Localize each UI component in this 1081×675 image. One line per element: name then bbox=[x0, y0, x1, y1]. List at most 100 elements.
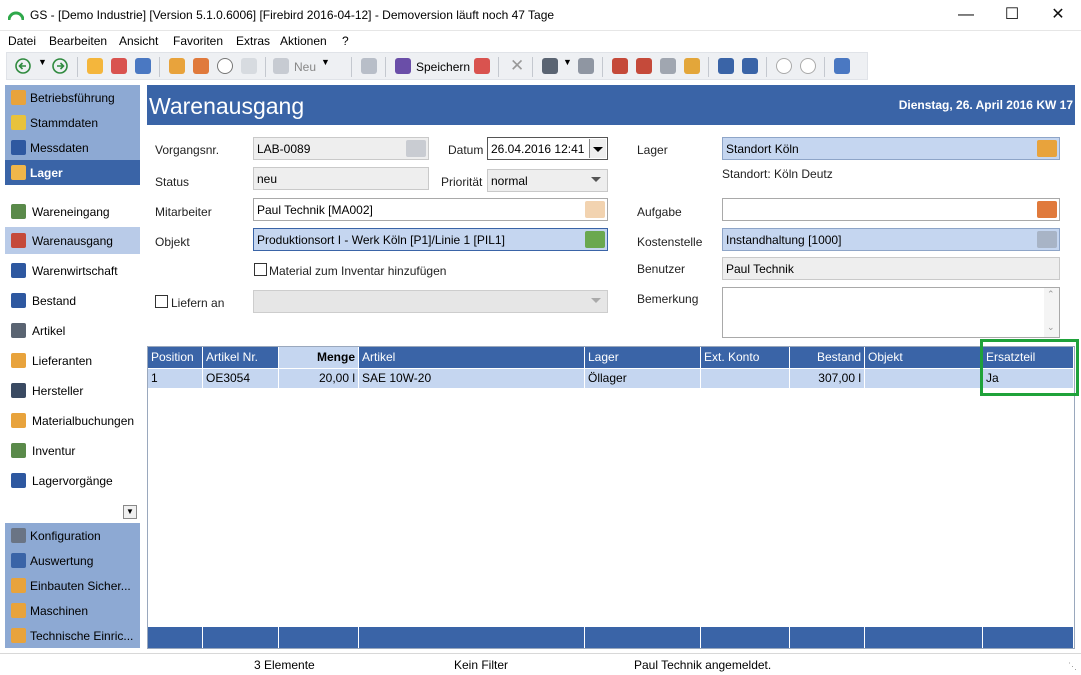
cost-center-picker-icon[interactable] bbox=[1037, 231, 1057, 248]
new-button[interactable]: Neu bbox=[294, 60, 316, 74]
comment-icon[interactable] bbox=[241, 58, 257, 74]
nav-group-lager[interactable]: Lager bbox=[5, 160, 140, 185]
toolbar-separator bbox=[708, 57, 709, 77]
back-dropdown-icon[interactable]: ▼ bbox=[38, 57, 47, 67]
objekt-field[interactable]: Produktionsort I - Werk Köln [P1]/Linie … bbox=[253, 228, 608, 251]
date-picker-button[interactable] bbox=[589, 139, 606, 158]
nav-group-label: Betriebsführung bbox=[30, 91, 115, 105]
toolbar-separator bbox=[351, 57, 352, 77]
prioritaet-select[interactable]: normal bbox=[487, 169, 608, 192]
scroll-down-icon[interactable]: ⌄ bbox=[1047, 322, 1055, 333]
column-header-bestand[interactable]: Bestand bbox=[790, 347, 865, 368]
move-left-icon[interactable] bbox=[718, 58, 734, 74]
sidebar-item-materialbuchungen[interactable]: Materialbuchungen bbox=[5, 407, 140, 434]
nav-group-konfiguration[interactable]: Konfiguration bbox=[5, 523, 140, 548]
liefern-checkbox[interactable] bbox=[155, 295, 168, 308]
delete-icon[interactable]: ✕ bbox=[510, 56, 524, 76]
close-button[interactable]: ✕ bbox=[1035, 0, 1081, 31]
discard-icon[interactable] bbox=[474, 58, 490, 74]
user-info-icon[interactable] bbox=[135, 58, 151, 74]
alert-document-icon[interactable] bbox=[193, 58, 209, 74]
column-header-artikel[interactable]: Artikel bbox=[359, 347, 585, 368]
resize-grip-icon[interactable]: ⋱ bbox=[1068, 661, 1077, 672]
nav-group-messdaten[interactable]: Messdaten bbox=[5, 135, 140, 160]
column-header-objekt[interactable]: Objekt bbox=[865, 347, 983, 368]
menu-extras[interactable]: Extras bbox=[236, 34, 270, 48]
print-icon[interactable] bbox=[542, 58, 558, 74]
column-header-lager[interactable]: Lager bbox=[585, 347, 701, 368]
bemerkung-textarea[interactable]: ⌃ ⌄ bbox=[722, 287, 1060, 338]
sidebar-item-label: Wareneingang bbox=[32, 205, 110, 219]
user-settings-icon[interactable] bbox=[87, 58, 103, 74]
sidebar-item-hersteller[interactable]: Hersteller bbox=[5, 377, 140, 404]
sidebar-item-artikel[interactable]: Artikel bbox=[5, 317, 140, 344]
task-picker-icon[interactable] bbox=[1037, 201, 1057, 218]
menu-help[interactable]: ? bbox=[342, 34, 349, 48]
menu-bar: Datei Bearbeiten Ansicht Favoriten Extra… bbox=[0, 31, 1081, 51]
lager-field[interactable]: Standort Köln bbox=[722, 137, 1060, 160]
save-icon[interactable] bbox=[395, 58, 411, 74]
search-document-icon[interactable] bbox=[169, 58, 185, 74]
column-header-menge[interactable]: Menge bbox=[279, 347, 359, 368]
sidebar-expand-button[interactable]: ▼ bbox=[123, 505, 137, 519]
sidebar-item-lieferanten[interactable]: Lieferanten bbox=[5, 347, 140, 374]
nav-group-maschinen[interactable]: Maschinen bbox=[5, 598, 140, 623]
back-icon[interactable] bbox=[15, 58, 31, 74]
print-dropdown-icon[interactable]: ▼ bbox=[563, 57, 572, 67]
sidebar-item-lagervorgaenge[interactable]: Lagervorgänge bbox=[5, 467, 140, 494]
24h-icon[interactable] bbox=[217, 58, 233, 74]
stock-out-icon[interactable] bbox=[612, 58, 628, 74]
edit-icon[interactable] bbox=[361, 58, 377, 74]
mitarbeiter-field[interactable]: Paul Technik [MA002] bbox=[253, 198, 608, 221]
sidebar-item-wareneingang[interactable]: Wareneingang bbox=[5, 198, 140, 225]
datum-field[interactable]: 26.04.2016 12:41 bbox=[487, 137, 608, 160]
number-picker-icon[interactable] bbox=[406, 140, 426, 157]
menu-aktionen[interactable]: Aktionen bbox=[280, 34, 327, 48]
inventar-checkbox[interactable] bbox=[254, 263, 267, 276]
chevron-down-icon bbox=[593, 147, 603, 152]
save-button[interactable]: Speichern bbox=[416, 60, 470, 74]
new-dropdown-icon[interactable]: ▼ bbox=[321, 57, 330, 67]
tools-icon[interactable] bbox=[834, 58, 850, 74]
sidebar-item-bestand[interactable]: Bestand bbox=[5, 287, 140, 314]
sidebar-item-warenausgang[interactable]: Warenausgang bbox=[5, 227, 140, 254]
employee-picker-icon[interactable] bbox=[585, 201, 605, 218]
move-right-icon[interactable] bbox=[742, 58, 758, 74]
toolbar-separator bbox=[498, 57, 499, 77]
kostenstelle-field[interactable]: Instandhaltung [1000] bbox=[722, 228, 1060, 251]
stock-in-icon[interactable] bbox=[660, 58, 676, 74]
nav-group-auswertung[interactable]: Auswertung bbox=[5, 548, 140, 573]
user-remove-icon[interactable] bbox=[111, 58, 127, 74]
nav-group-betriebsfuehrung[interactable]: Betriebsführung bbox=[5, 85, 140, 110]
warehouse-picker-icon[interactable] bbox=[1037, 140, 1057, 157]
circle-option-icon[interactable] bbox=[800, 58, 816, 74]
stock-out-alt-icon[interactable] bbox=[636, 58, 652, 74]
maximize-button[interactable]: ☐ bbox=[989, 0, 1035, 31]
print-preview-icon[interactable] bbox=[578, 58, 594, 74]
liefern-select[interactable] bbox=[253, 290, 608, 313]
column-header-ext-konto[interactable]: Ext. Konto bbox=[701, 347, 790, 368]
minimize-button[interactable]: — bbox=[943, 0, 989, 31]
bemerkung-scrollbar[interactable]: ⌃ ⌄ bbox=[1044, 288, 1059, 337]
nav-group-einbauten[interactable]: Einbauten Sicher... bbox=[5, 573, 140, 598]
new-item-icon[interactable] bbox=[273, 58, 289, 74]
circle-option-icon[interactable] bbox=[776, 58, 792, 74]
column-header-position[interactable]: Position bbox=[148, 347, 203, 368]
menu-ansicht[interactable]: Ansicht bbox=[119, 34, 158, 48]
nav-group-technische-einrichtungen[interactable]: Technische Einric... bbox=[5, 623, 140, 648]
object-picker-icon[interactable] bbox=[585, 231, 605, 248]
scroll-up-icon[interactable]: ⌃ bbox=[1047, 289, 1055, 300]
nav-group-stammdaten[interactable]: Stammdaten bbox=[5, 110, 140, 135]
menu-datei[interactable]: Datei bbox=[8, 34, 36, 48]
column-header-artikel-nr[interactable]: Artikel Nr. bbox=[203, 347, 279, 368]
vorgangsnr-field[interactable]: LAB-0089 bbox=[253, 137, 429, 160]
aufgabe-field[interactable] bbox=[722, 198, 1060, 221]
menu-bearbeiten[interactable]: Bearbeiten bbox=[49, 34, 107, 48]
stock-user-icon[interactable] bbox=[684, 58, 700, 74]
sidebar-item-inventur[interactable]: Inventur bbox=[5, 437, 140, 464]
sidebar-item-warenwirtschaft[interactable]: Warenwirtschaft bbox=[5, 257, 140, 284]
menu-favoriten[interactable]: Favoriten bbox=[173, 34, 223, 48]
factory-icon bbox=[11, 383, 26, 398]
forward-icon[interactable] bbox=[52, 58, 68, 74]
toolbar-separator bbox=[385, 57, 386, 77]
